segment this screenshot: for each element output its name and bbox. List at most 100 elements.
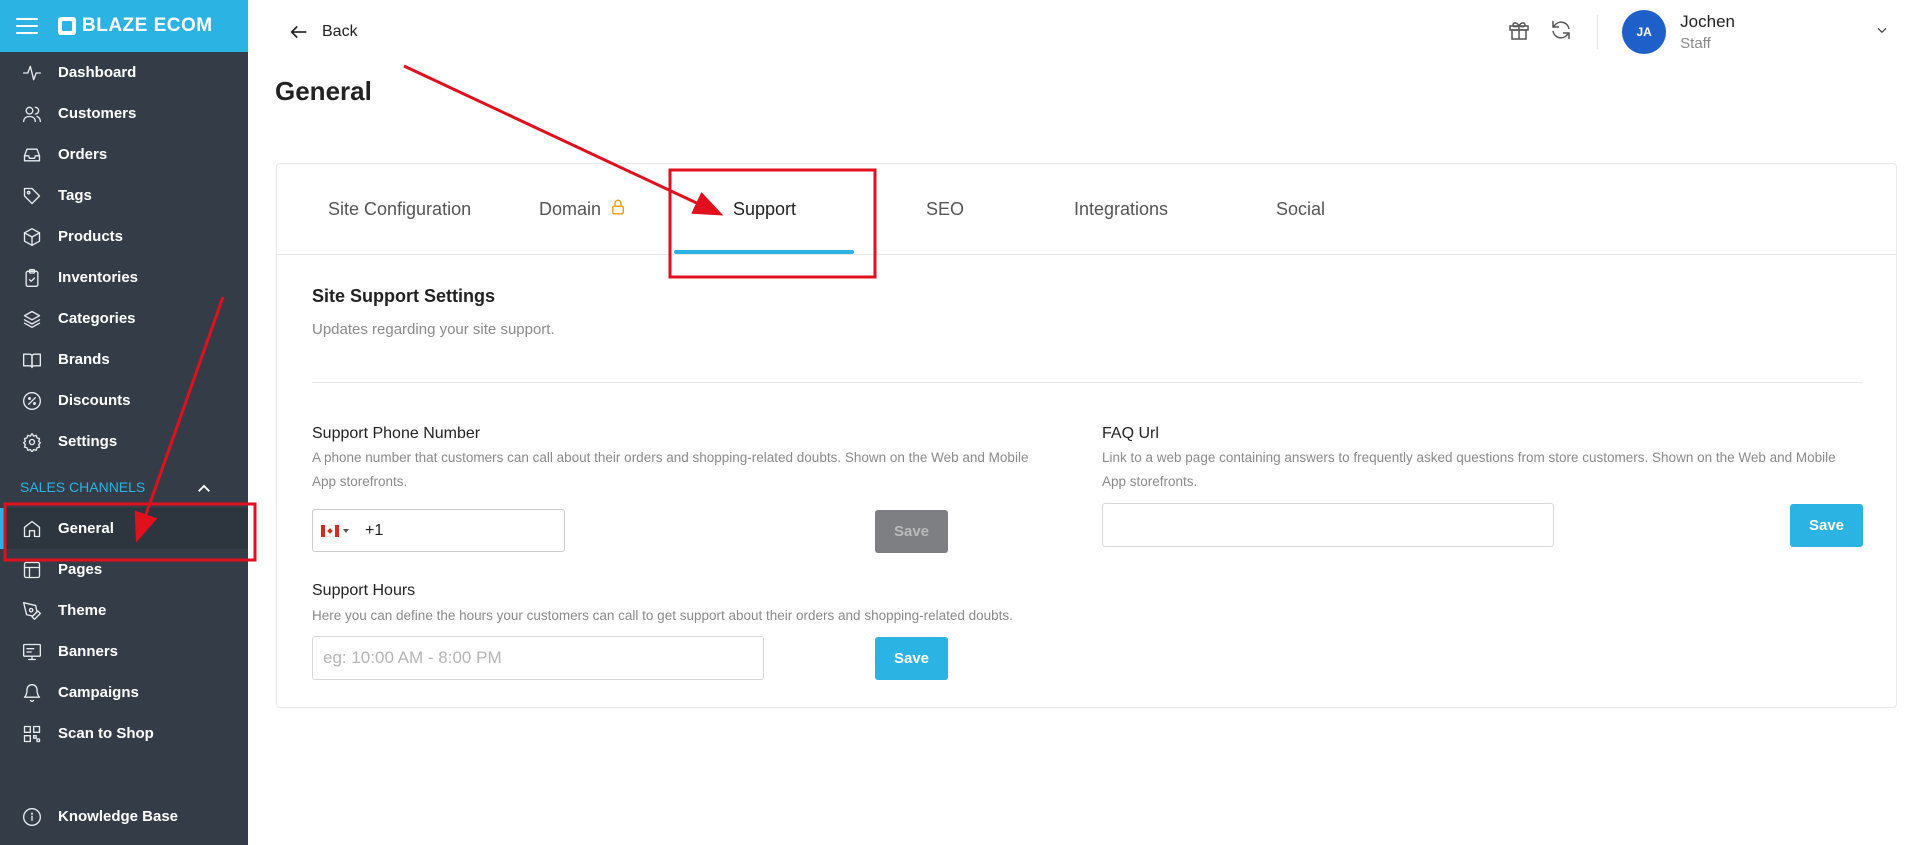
sidebar-item-categories[interactable]: Categories [0, 298, 248, 339]
sidebar-item-label: Inventories [58, 269, 139, 286]
sidebar-item-label: Tags [58, 187, 92, 204]
sidebar-item-label: Banners [58, 643, 119, 660]
brand-name: BLAZE ECOM [82, 15, 213, 36]
tag-icon [23, 187, 41, 204]
sidebar-item-inventories[interactable]: Inventories [0, 257, 248, 298]
inbox-icon [23, 148, 41, 161]
sidebar-item-pages[interactable]: Pages [0, 549, 248, 590]
user-info[interactable]: Jochen Staff [1680, 12, 1735, 52]
topbar-actions: JA Jochen Staff [1507, 8, 1889, 56]
gear-icon [23, 432, 41, 452]
sidebar-item-label: Customers [58, 105, 137, 122]
sidebar-item-settings[interactable]: Settings [0, 421, 248, 462]
sidebar-item-banners[interactable]: Banners [0, 631, 248, 672]
hours-description: Here you can define the hours your custo… [312, 608, 1013, 623]
faq-description-line: App storefronts. [1102, 474, 1198, 489]
tab-social[interactable]: Social [1276, 164, 1325, 255]
topbar: Back JA Jochen Staff [248, 0, 1909, 64]
sidebar-item-label: Orders [58, 146, 108, 163]
tab-label: Social [1276, 199, 1326, 219]
clipboard-icon [25, 268, 39, 287]
canada-flag-icon[interactable] [321, 524, 339, 537]
phone-description: A phone number that customers can call a… [312, 446, 1072, 494]
phone-input[interactable]: +1 [312, 509, 565, 552]
phone-value[interactable]: +1 [365, 522, 383, 540]
tab-domain[interactable]: Domain [539, 164, 627, 255]
info-icon [23, 807, 41, 826]
qr-icon [23, 725, 41, 742]
tab-bar: Site Configuration Domain Support SEO In… [277, 164, 1896, 255]
sidebar-item-products[interactable]: Products [0, 216, 248, 257]
sidebar-item-label: Scan to Shop [58, 725, 154, 742]
faq-description: Link to a web page containing answers to… [1102, 446, 1882, 494]
back-button[interactable]: Back [288, 21, 358, 43]
sidebar: BLAZE ECOM Dashboard Customers Orders Ta… [0, 0, 248, 845]
brand-logo-icon [58, 17, 76, 35]
chevron-down-icon[interactable] [1875, 23, 1889, 42]
sidebar-item-orders[interactable]: Orders [0, 134, 248, 175]
phone-description-line: App storefronts. [312, 474, 408, 489]
sidebar-item-campaigns[interactable]: Campaigns [0, 672, 248, 713]
home-icon [23, 520, 41, 537]
tab-site-configuration[interactable]: Site Configuration [328, 164, 471, 255]
tab-label: Domain [539, 199, 602, 219]
sidebar-item-knowledge-base[interactable]: Knowledge Base [0, 796, 248, 837]
sidebar-item-general[interactable]: General [0, 508, 248, 549]
country-dropdown-icon[interactable] [343, 528, 349, 533]
box-icon [23, 227, 41, 246]
monitor-icon [23, 643, 41, 660]
sidebar-item-label: Theme [58, 602, 107, 619]
refresh-icon[interactable] [1549, 18, 1573, 47]
tab-seo[interactable]: SEO [926, 164, 964, 255]
sidebar-item-label: Brands [58, 351, 110, 368]
section-title: Site Support Settings [312, 286, 496, 306]
tab-label: Site Configuration [328, 199, 472, 219]
sidebar-item-discounts[interactable]: Discounts [0, 380, 248, 421]
channels-nav: General Pages Theme Banners Campaigns Sc… [0, 508, 248, 754]
gift-icon[interactable] [1507, 18, 1531, 47]
phone-description-line: A phone number that customers can call a… [312, 450, 1029, 465]
page-title: General [275, 76, 372, 106]
main-content: Back JA Jochen Staff General Site Config… [248, 0, 1909, 845]
chevron-up-icon[interactable] [195, 480, 211, 494]
sidebar-item-label: Settings [58, 433, 118, 450]
tab-support[interactable]: Support [733, 164, 796, 255]
book-icon [23, 353, 41, 368]
sidebar-item-label: Discounts [58, 392, 131, 409]
user-role: Staff [1680, 35, 1711, 52]
tab-integrations[interactable]: Integrations [1074, 164, 1168, 255]
activity-icon [23, 65, 41, 80]
hours-save-button[interactable]: Save [875, 637, 948, 680]
pen-tool-icon [23, 601, 41, 620]
sidebar-item-scan-to-shop[interactable]: Scan to Shop [0, 713, 248, 754]
faq-description-line: Link to a web page containing answers to… [1102, 450, 1836, 465]
faq-save-button[interactable]: Save [1790, 504, 1863, 547]
sidebar-item-brands[interactable]: Brands [0, 339, 248, 380]
sidebar-item-theme[interactable]: Theme [0, 590, 248, 631]
section-subtitle: Updates regarding your site support. [312, 321, 555, 338]
knowledge-base-section: Knowledge Base [0, 796, 248, 837]
settings-card: Site Configuration Domain Support SEO In… [276, 163, 1897, 708]
user-name: Jochen [1680, 12, 1735, 31]
sidebar-item-tags[interactable]: Tags [0, 175, 248, 216]
layers-icon [23, 310, 41, 328]
hours-label: Support Hours [312, 582, 416, 599]
active-tab-indicator [674, 250, 854, 254]
tab-label: Integrations [1074, 199, 1169, 219]
faq-url-input[interactable] [1102, 503, 1554, 547]
avatar[interactable]: JA [1622, 10, 1667, 54]
layout-icon [23, 561, 41, 578]
sidebar-item-label: General [58, 520, 114, 537]
sidebar-item-label: Knowledge Base [58, 808, 179, 825]
sidebar-item-dashboard[interactable]: Dashboard [0, 52, 248, 93]
support-hours-input[interactable] [312, 636, 764, 680]
phone-save-button[interactable]: Save [875, 510, 948, 553]
hamburger-menu-icon[interactable] [16, 18, 38, 34]
users-icon [23, 106, 41, 122]
lock-icon [601, 198, 627, 221]
sidebar-item-label: Campaigns [58, 684, 139, 701]
section-divider [312, 382, 1862, 383]
sales-channels-header[interactable]: SALES CHANNELS [0, 466, 248, 508]
faq-label: FAQ Url [1102, 425, 1159, 442]
sidebar-item-customers[interactable]: Customers [0, 93, 248, 134]
